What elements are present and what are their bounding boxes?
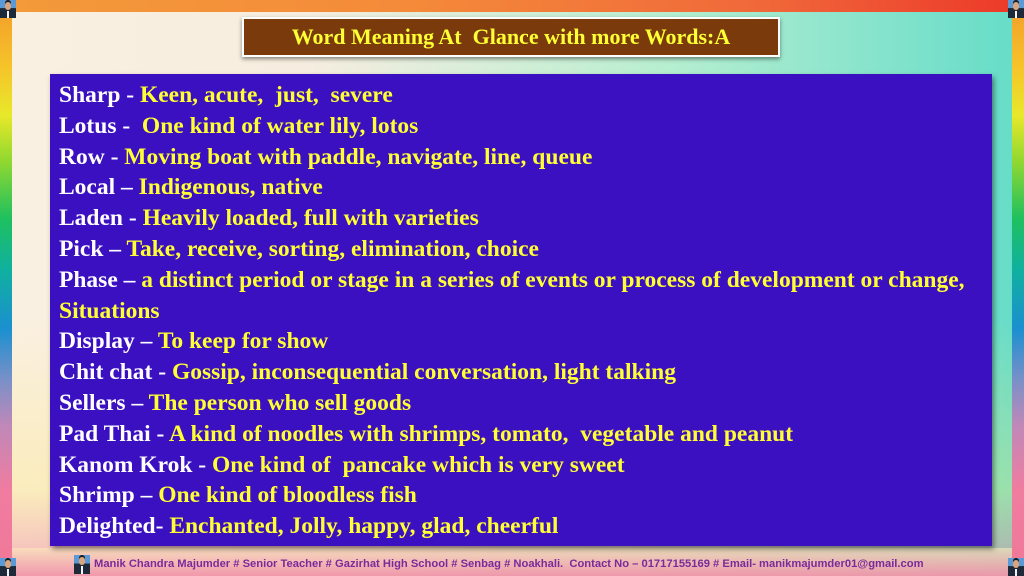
word-term: Lotus <box>59 112 117 139</box>
author-photo-icon <box>1008 558 1024 576</box>
word-entry: Shrimp – One kind of bloodless fish <box>59 480 984 511</box>
word-meaning: One kind of water lily, lotos <box>141 112 419 139</box>
word-entry: Row - Moving boat with paddle, navigate,… <box>59 142 984 173</box>
word-meaning: a distinct period or stage in a series o… <box>59 266 971 324</box>
word-meaning: Enchanted, Jolly, happy, glad, cheerful <box>169 513 559 540</box>
left-rainbow-band <box>0 0 12 576</box>
word-entry: Display – To keep for show <box>59 326 984 357</box>
word-term: Delighted <box>59 513 156 540</box>
word-entry: Phase – a distinct period or stage in a … <box>59 265 984 327</box>
right-rainbow-band <box>1012 0 1024 576</box>
word-meaning: A kind of noodles with shrimps, tomato, … <box>168 420 794 447</box>
word-meaning: One kind of pancake which is very sweet <box>211 451 625 478</box>
word-term: Shrimp <box>59 482 135 509</box>
word-list-panel: Sharp - Keen, acute, just, severe Lotus … <box>50 74 992 546</box>
word-meaning: Take, receive, sorting, elimination, cho… <box>126 235 539 262</box>
footer-credit-text: Manik Chandra Majumder # Senior Teacher … <box>94 558 924 570</box>
word-separator: - <box>192 451 212 478</box>
word-term: Row <box>59 143 105 170</box>
top-color-band <box>12 0 1012 12</box>
word-meaning: Heavily loaded, full with varieties <box>142 205 479 232</box>
word-separator: – <box>134 482 159 509</box>
author-photo-icon <box>0 558 16 576</box>
word-separator: – <box>134 328 158 355</box>
word-entry: Sellers – The person who sell goods <box>59 388 984 419</box>
word-entry: Kanom Krok - One kind of pancake which i… <box>59 450 984 481</box>
word-term: Chit chat <box>59 359 153 386</box>
word-separator: - <box>152 359 172 386</box>
word-term: Pad Thai <box>59 420 151 447</box>
footer-credit: Manik Chandra Majumder # Senior Teacher … <box>74 554 924 574</box>
word-meaning: To keep for show <box>157 328 329 355</box>
word-separator: – <box>103 235 127 262</box>
word-entry: Sharp - Keen, acute, just, severe <box>59 80 984 111</box>
word-entry: Lotus - One kind of water lily, lotos <box>59 111 984 142</box>
word-term: Laden <box>59 205 123 232</box>
word-term: Display <box>59 328 135 355</box>
word-entry: Chit chat - Gossip, inconsequential conv… <box>59 357 984 388</box>
word-entry: Delighted- Enchanted, Jolly, happy, glad… <box>59 511 984 542</box>
word-separator: - <box>104 143 125 170</box>
slide-title-box: Word Meaning At Glance with more Words:A <box>242 17 780 57</box>
word-separator: – <box>125 389 149 416</box>
word-entry: Pick – Take, receive, sorting, eliminati… <box>59 234 984 265</box>
word-meaning: Gossip, inconsequential conversation, li… <box>171 359 676 386</box>
word-separator: - <box>155 513 170 540</box>
word-meaning: One kind of bloodless fish <box>158 482 417 509</box>
word-separator: - <box>150 420 169 447</box>
word-separator: – <box>117 266 142 293</box>
word-entry: Laden - Heavily loaded, full with variet… <box>59 203 984 234</box>
word-term: Phase <box>59 266 118 293</box>
word-separator: - <box>116 112 142 139</box>
word-meaning: Indigenous, native <box>138 174 323 201</box>
word-term: Kanom Krok <box>59 451 193 478</box>
author-photo-icon <box>0 0 16 18</box>
word-meaning: The person who sell goods <box>148 389 412 416</box>
word-meaning: Keen, acute, just, severe <box>139 82 393 108</box>
word-term: Pick <box>59 235 104 262</box>
word-term: Sharp <box>59 82 121 108</box>
word-separator: - <box>123 205 143 232</box>
word-entry: Pad Thai - A kind of noodles with shrimp… <box>59 419 984 450</box>
slide-title: Word Meaning At Glance with more Words:A <box>291 24 731 49</box>
author-photo-icon <box>1008 0 1024 18</box>
word-meaning: Moving boat with paddle, navigate, line,… <box>124 143 593 170</box>
word-term: Local <box>59 174 116 201</box>
word-separator: - <box>120 82 140 108</box>
author-photo-icon <box>74 554 90 574</box>
word-separator: – <box>115 174 139 201</box>
word-term: Sellers <box>59 389 126 416</box>
word-entry: Local – Indigenous, native <box>59 172 984 203</box>
